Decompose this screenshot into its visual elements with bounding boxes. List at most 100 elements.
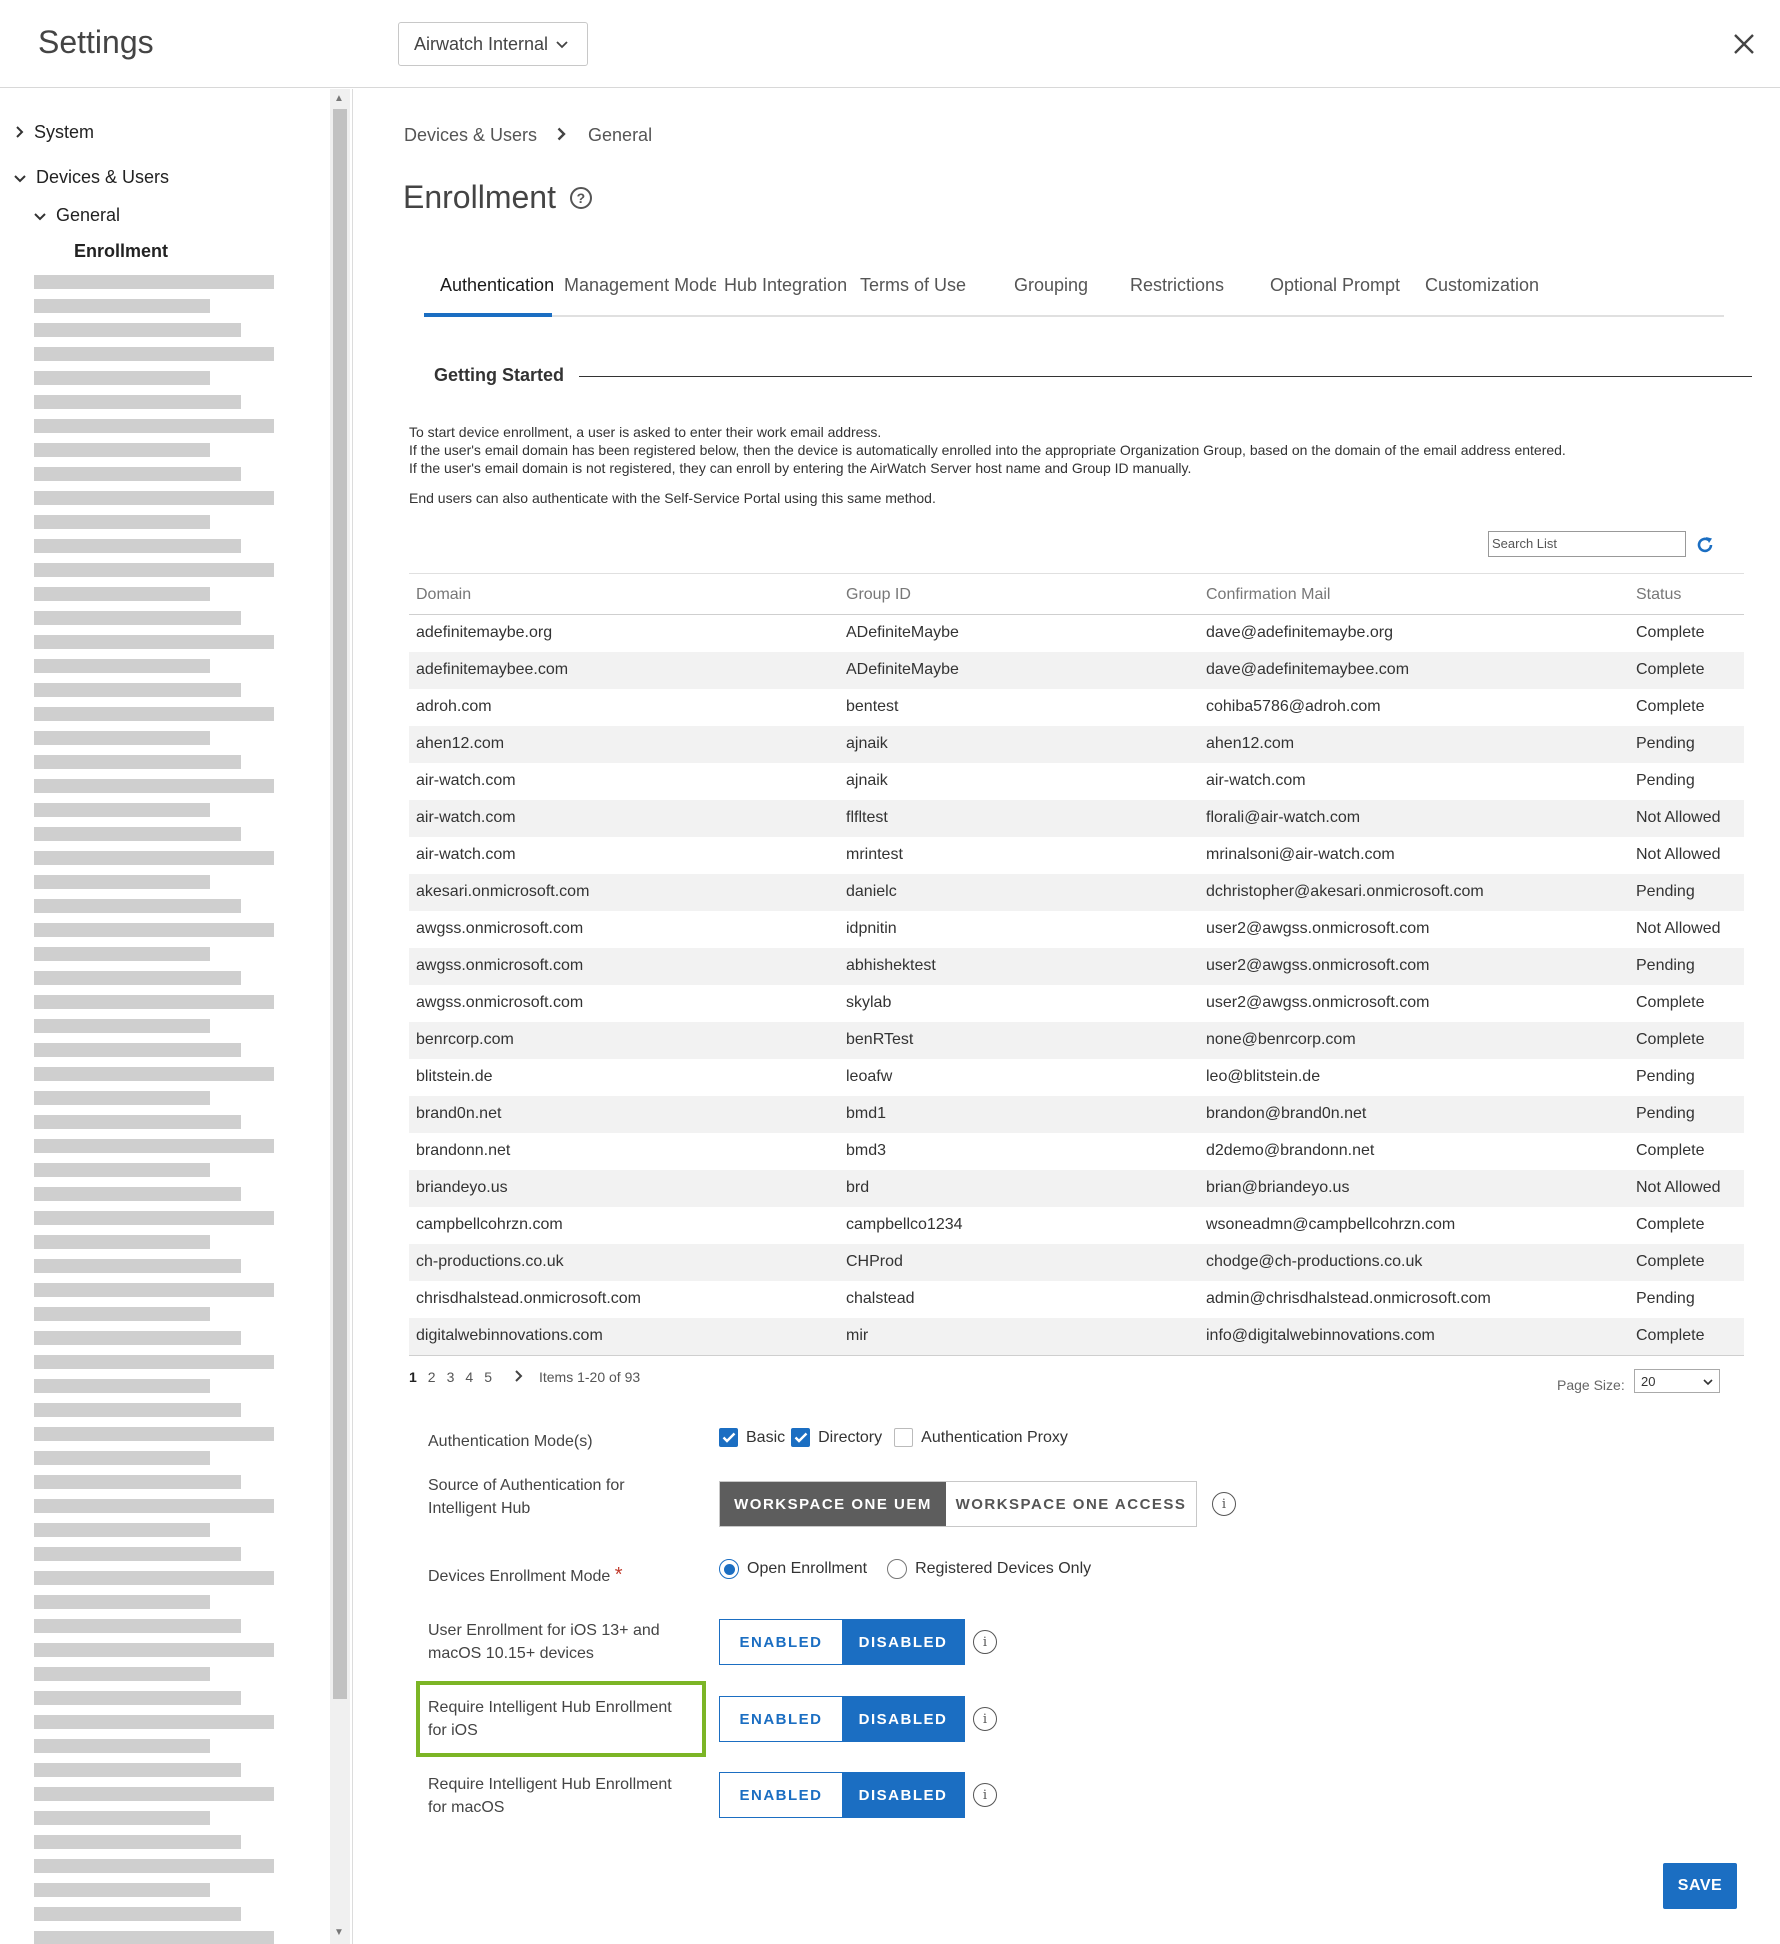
table-row[interactable]: chrisdhalstead.onmicrosoft.com chalstead a…: [409, 1281, 1744, 1318]
sidebar-placeholder-bar: [34, 1355, 274, 1369]
open-enrollment-radio[interactable]: [719, 1559, 739, 1579]
disabled-option[interactable]: DISABLED: [842, 1773, 964, 1817]
cell-domain: benrcorp.com: [416, 1031, 514, 1048]
cell-domain: adefinitemaybee.com: [416, 661, 569, 678]
tab-restrictions[interactable]: Restrictions: [1130, 275, 1250, 296]
tab-optional-prompt[interactable]: Optional Prompt: [1270, 275, 1403, 296]
save-button[interactable]: SAVE: [1663, 1863, 1737, 1909]
table-row[interactable]: adefinitemaybe.org ADefiniteMaybe dave@ade…: [409, 615, 1744, 652]
tab-hub-integration[interactable]: Hub Integration: [724, 275, 850, 296]
org-group-selector[interactable]: Airwatch Internal: [398, 22, 588, 66]
table-row[interactable]: awgss.onmicrosoft.com idpnitin user2@awgss…: [409, 911, 1744, 948]
sidebar-item-general[interactable]: General: [34, 205, 120, 226]
cell-confirmation-mail: chodge@ch-productions.co.uk: [1206, 1253, 1423, 1270]
info-icon[interactable]: i: [973, 1707, 997, 1731]
sidebar-placeholder-bar: [34, 1931, 274, 1944]
page-link[interactable]: 2: [428, 1369, 436, 1385]
page-size-select[interactable]: 20: [1634, 1369, 1720, 1393]
table-row[interactable]: blitstein.de leoafw leo@blitstein.de Pendin…: [409, 1059, 1744, 1096]
table-row[interactable]: adroh.com bentest cohiba5786@adroh.com Comp…: [409, 689, 1744, 726]
sidebar-placeholder-bar: [34, 1787, 274, 1801]
sidebar-placeholder-bar: [34, 1619, 241, 1633]
disabled-option[interactable]: DISABLED: [842, 1620, 964, 1664]
cell-domain: air-watch.com: [416, 772, 516, 789]
auth-mode-checkboxes: Basic Directory Authentication Proxy: [719, 1428, 1074, 1447]
tab-authentication[interactable]: Authentication: [440, 275, 560, 296]
refresh-icon[interactable]: [1694, 534, 1716, 556]
page-link[interactable]: 1: [409, 1369, 417, 1385]
sidebar-scrollbar[interactable]: ▲ ▼: [330, 89, 350, 1944]
help-icon[interactable]: ?: [569, 186, 592, 209]
sidebar-item-enrollment[interactable]: Enrollment: [74, 241, 168, 262]
cell-group-id: ADefiniteMaybe: [846, 624, 959, 641]
workspace-one-uem-option[interactable]: WORKSPACE ONE UEM: [720, 1482, 946, 1526]
scroll-up-icon[interactable]: ▲: [334, 93, 344, 104]
column-header-domain[interactable]: Domain: [416, 586, 471, 604]
table-row[interactable]: awgss.onmicrosoft.com abhishektest user2@a…: [409, 948, 1744, 985]
cell-group-id: flfltest: [846, 809, 888, 826]
next-page-icon[interactable]: [515, 1369, 523, 1385]
table-row[interactable]: adefinitemaybee.com ADefiniteMaybe dave@ad…: [409, 652, 1744, 689]
enabled-option[interactable]: ENABLED: [720, 1697, 842, 1741]
info-icon[interactable]: i: [1212, 1492, 1236, 1516]
cell-confirmation-mail: dchristopher@akesari.onmicrosoft.com: [1206, 883, 1484, 900]
table-row[interactable]: air-watch.com flfltest florali@air-watch.c…: [409, 800, 1744, 837]
cell-status: Complete: [1636, 1327, 1705, 1344]
tab-management-mode[interactable]: Management Mode: [564, 275, 716, 296]
breadcrumb-parent[interactable]: Devices & Users: [404, 125, 537, 146]
cell-group-id: CHProd: [846, 1253, 903, 1270]
column-header-confirmation-mail[interactable]: Confirmation Mail: [1206, 586, 1330, 604]
table-row[interactable]: briandeyo.us brd brian@briandeyo.us Not All…: [409, 1170, 1744, 1207]
scrollbar-thumb[interactable]: [333, 109, 347, 1699]
cell-confirmation-mail: none@benrcorp.com: [1206, 1031, 1356, 1048]
sidebar-item-devices-users[interactable]: Devices & Users: [14, 167, 169, 188]
basic-checkbox[interactable]: [719, 1428, 738, 1447]
close-icon[interactable]: [1724, 24, 1764, 64]
sidebar-item-system[interactable]: System: [16, 122, 94, 143]
table-row[interactable]: awgss.onmicrosoft.com skylab user2@awgss.o…: [409, 985, 1744, 1022]
column-header-status[interactable]: Status: [1636, 586, 1681, 604]
cell-status: Complete: [1636, 1031, 1705, 1048]
basic-label: Basic: [746, 1428, 786, 1446]
cell-confirmation-mail: user2@awgss.onmicrosoft.com: [1206, 957, 1430, 974]
table-row[interactable]: campbellcohrzn.com campbellco1234 wsoneadm…: [409, 1207, 1744, 1244]
cell-status: Complete: [1636, 661, 1705, 678]
page-link[interactable]: 3: [447, 1369, 455, 1385]
registered-devices-radio[interactable]: [887, 1559, 908, 1579]
search-input[interactable]: Search List: [1488, 531, 1686, 557]
auth-proxy-checkbox[interactable]: [894, 1428, 914, 1447]
sidebar-placeholder-bar: [34, 851, 274, 865]
table-row[interactable]: benrcorp.com benRTest none@benrcorp.com Com…: [409, 1022, 1744, 1059]
page-link[interactable]: 5: [484, 1369, 492, 1385]
sidebar-placeholder-bar: [34, 1067, 274, 1081]
info-icon[interactable]: i: [973, 1630, 997, 1654]
disabled-option[interactable]: DISABLED: [842, 1697, 964, 1741]
info-icon[interactable]: i: [973, 1783, 997, 1807]
sidebar-placeholder-bar: [34, 1451, 210, 1465]
enabled-option[interactable]: ENABLED: [720, 1620, 842, 1664]
column-header-group-id[interactable]: Group ID: [846, 586, 911, 604]
tab-terms-of-use[interactable]: Terms of Use: [860, 275, 980, 296]
enabled-option[interactable]: ENABLED: [720, 1773, 842, 1817]
table-row[interactable]: akesari.onmicrosoft.com danielc dchristoph…: [409, 874, 1744, 911]
table-row[interactable]: digitalwebinnovations.com mir info@digital…: [409, 1318, 1744, 1355]
sidebar-placeholder-bar: [34, 1715, 274, 1729]
sidebar-placeholder-bar: [34, 1643, 274, 1657]
table-row[interactable]: ahen12.com ajnaik ahen12.com Pending: [409, 726, 1744, 763]
tab-grouping[interactable]: Grouping: [1014, 275, 1124, 296]
cell-group-id: abhishektest: [846, 957, 936, 974]
workspace-one-access-option[interactable]: WORKSPACE ONE ACCESS: [946, 1482, 1196, 1526]
scroll-down-icon[interactable]: ▼: [334, 1927, 344, 1938]
table-row[interactable]: ch-productions.co.uk CHProd chodge@ch-prod…: [409, 1244, 1744, 1281]
directory-checkbox[interactable]: [791, 1428, 811, 1447]
page-link[interactable]: 4: [465, 1369, 473, 1385]
table-row[interactable]: brandonn.net bmd3 d2demo@brandonn.net Compl…: [409, 1133, 1744, 1170]
table-row[interactable]: air-watch.com mrintest mrinalsoni@air-watc…: [409, 837, 1744, 874]
sidebar-placeholder-bar: [34, 683, 241, 697]
table-row[interactable]: brand0n.net bmd1 brandon@brand0n.net Pendin…: [409, 1096, 1744, 1133]
cell-domain: awgss.onmicrosoft.com: [416, 957, 584, 974]
table-row[interactable]: air-watch.com ajnaik air-watch.com Pending: [409, 763, 1744, 800]
sidebar-placeholder-bar: [34, 1259, 241, 1273]
tab-customization[interactable]: Customization: [1425, 275, 1541, 296]
breadcrumb-current[interactable]: General: [588, 125, 652, 146]
